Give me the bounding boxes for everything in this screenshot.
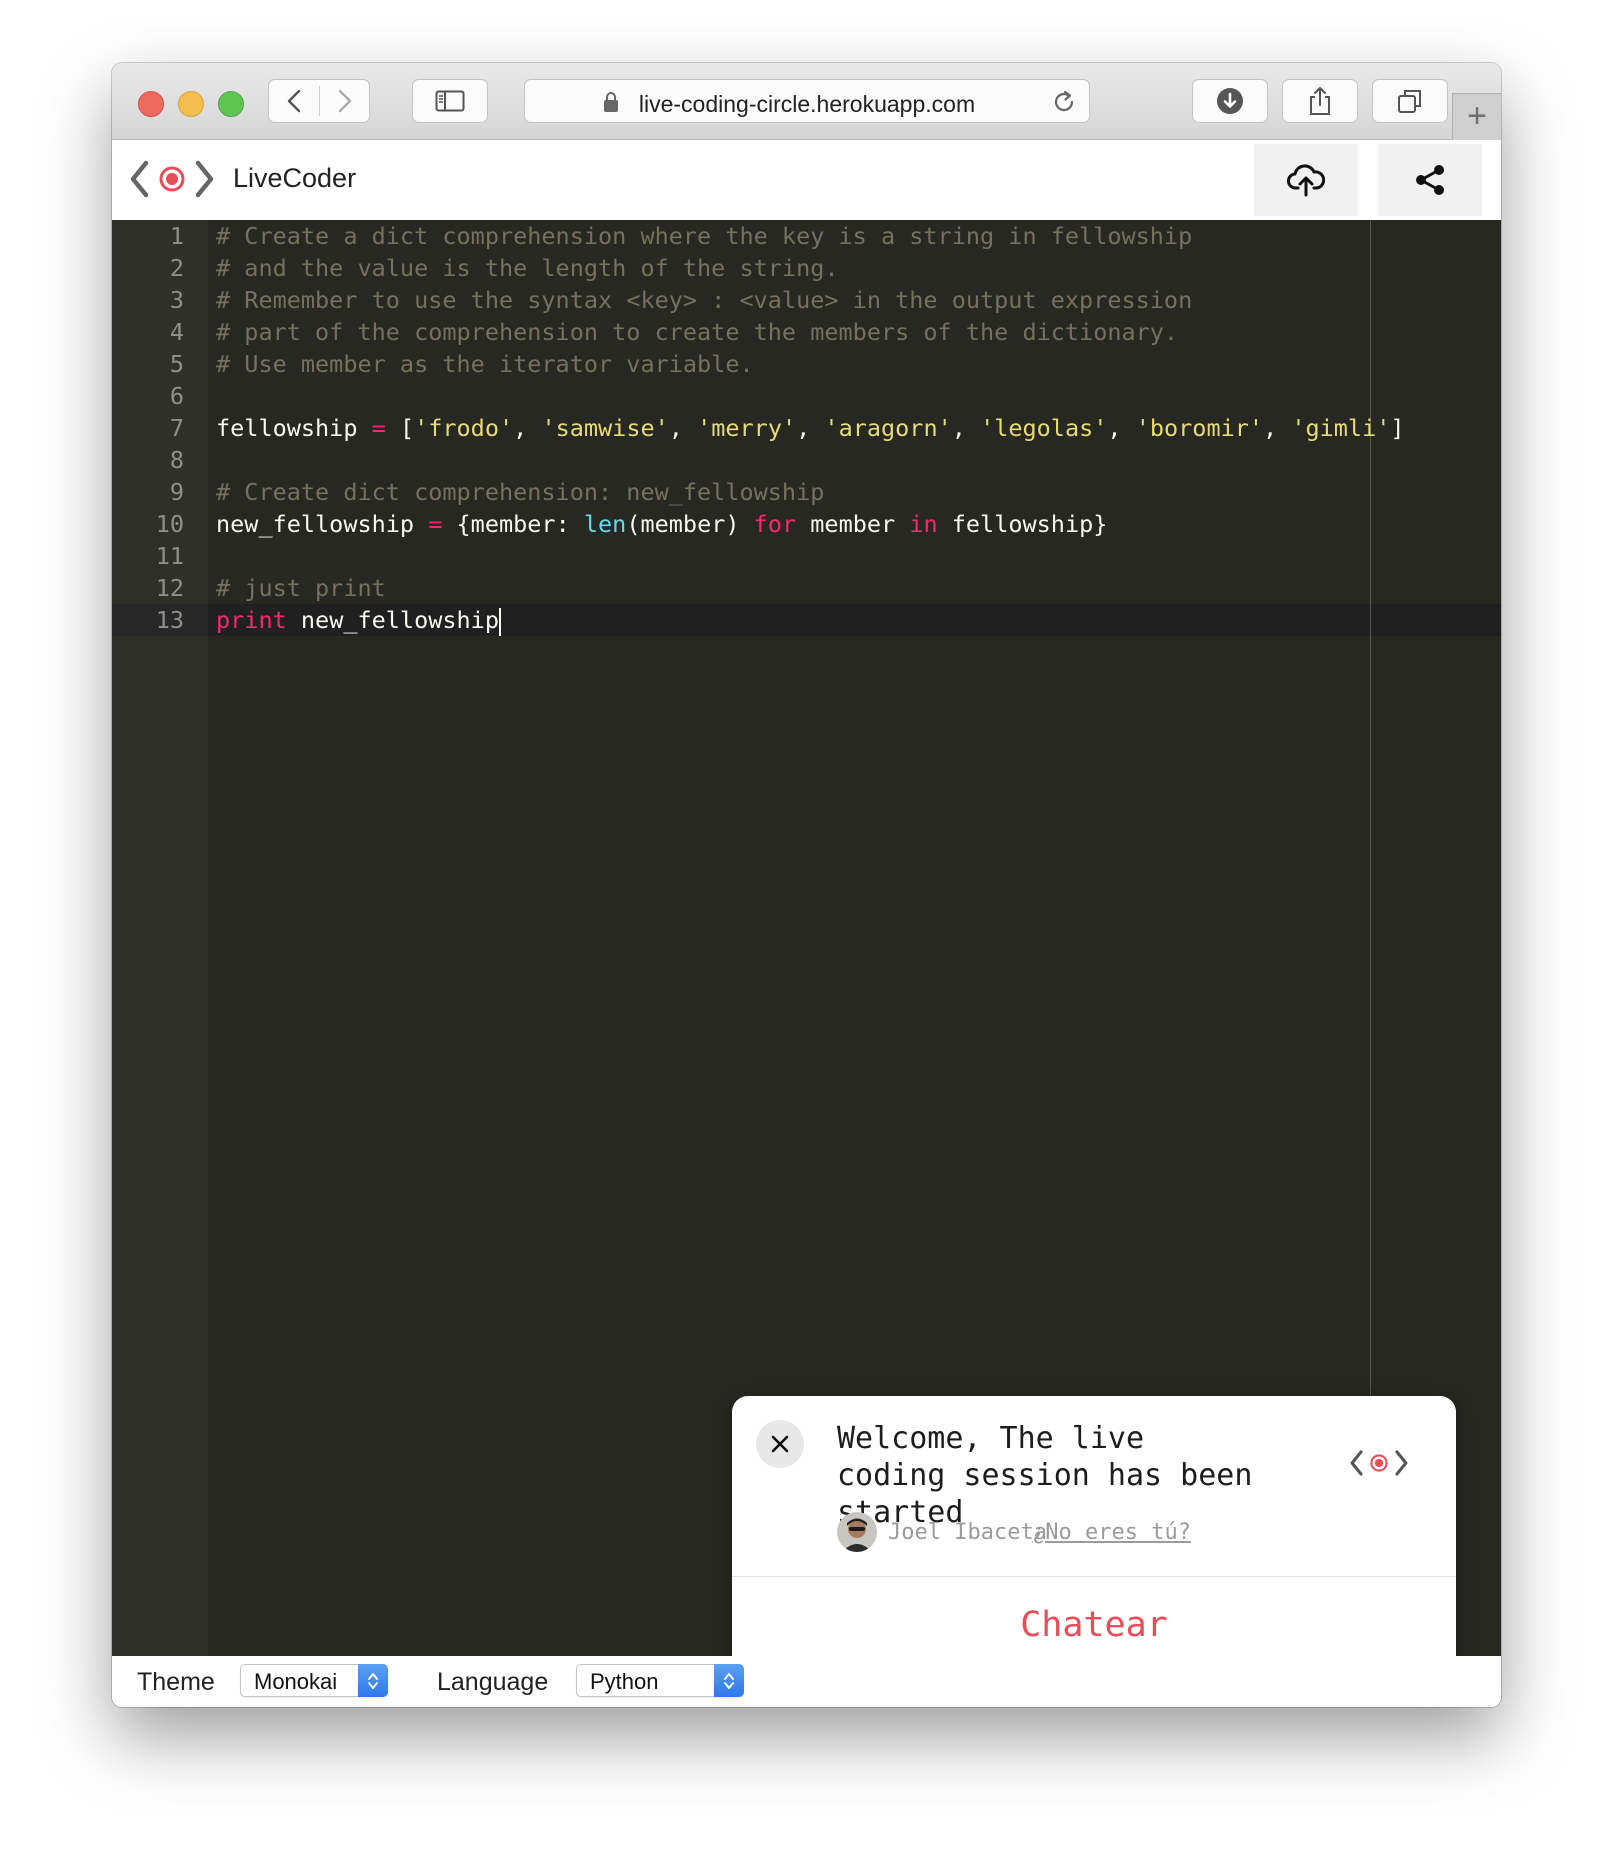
- code-line-text: # part of the comprehension to create th…: [216, 318, 1179, 346]
- line-number: 13: [155, 606, 184, 634]
- code-line-text: # Create dict comprehension: new_fellows…: [216, 478, 825, 506]
- line-number: 10: [155, 510, 184, 538]
- share-upload-icon: [1310, 87, 1330, 115]
- avatar: [837, 1512, 877, 1552]
- share-button[interactable]: [1378, 144, 1482, 216]
- line-number: 3: [169, 286, 184, 314]
- language-label: Language: [437, 1668, 549, 1696]
- line-number: 9: [169, 478, 184, 506]
- line-number: 11: [155, 542, 184, 570]
- navigation-buttons: [268, 79, 370, 123]
- app-header: LiveCoder: [112, 140, 1501, 220]
- close-icon: [771, 1435, 789, 1453]
- app-title: LiveCoder: [233, 163, 357, 193]
- line-number: 2: [169, 254, 184, 282]
- code-line-text: # and the value is the length of the str…: [216, 254, 839, 282]
- theme-label: Theme: [137, 1668, 215, 1696]
- save-to-cloud-button[interactable]: [1254, 144, 1358, 216]
- new-tab-button[interactable]: +: [1452, 93, 1501, 140]
- line-number: 4: [169, 318, 184, 346]
- close-popup-button[interactable]: [756, 1420, 804, 1468]
- language-select-value: Python: [590, 1669, 659, 1694]
- line-number: 7: [169, 414, 184, 442]
- share-icon: [1416, 165, 1444, 195]
- code-line-text: fellowship = ['frodo', 'samwise', 'merry…: [216, 414, 1405, 442]
- chevron-left-icon: [287, 89, 301, 113]
- theme-select[interactable]: Monokai: [240, 1664, 388, 1697]
- code-editor[interactable]: 1 # Create a dict comprehension where the…: [112, 220, 1501, 1707]
- code-line-text: # Remember to use the syntax <key> : <va…: [216, 286, 1193, 314]
- browser-window: live-coding-circle.herokuapp.com + LiveC…: [112, 63, 1501, 1707]
- cloud-upload-icon: [1287, 164, 1325, 197]
- forward-button[interactable]: [320, 80, 370, 122]
- plus-icon: +: [1467, 97, 1487, 135]
- code-line-text: # just print: [216, 574, 386, 602]
- downloads-button[interactable]: [1192, 79, 1268, 123]
- code-line-text: print new_fellowship: [216, 606, 501, 636]
- user-avatar-icon: [837, 1512, 877, 1552]
- select-arrows-icon: [358, 1664, 388, 1697]
- reload-icon[interactable]: [1051, 89, 1077, 115]
- chat-popup: Welcome, The live coding session has bee…: [732, 1396, 1456, 1674]
- minimize-window-button[interactable]: [178, 91, 204, 117]
- download-icon: [1217, 88, 1243, 114]
- tabs-overview-button[interactable]: [1372, 79, 1448, 123]
- live-coder-logo-icon: [1350, 1450, 1408, 1476]
- line-number: 6: [169, 382, 184, 410]
- address-bar[interactable]: live-coding-circle.herokuapp.com: [524, 79, 1090, 123]
- code-line-text: # Use member as the iterator variable.: [216, 350, 754, 378]
- welcome-message: Welcome, The live coding session has bee…: [837, 1421, 1253, 1530]
- chevron-right-icon: [338, 89, 352, 113]
- code-line-text: # Create a dict comprehension where the …: [216, 222, 1193, 250]
- theme-select-value: Monokai: [254, 1669, 338, 1694]
- line-number: 5: [169, 350, 184, 378]
- line-number: 8: [169, 446, 184, 474]
- sidebar-toggle-button[interactable]: [412, 79, 488, 123]
- language-select[interactable]: Python: [576, 1664, 744, 1697]
- text-cursor: [498, 607, 501, 636]
- not-you-link[interactable]: ¿No eres tú?: [1032, 1520, 1191, 1545]
- live-coder-logo-icon: [130, 160, 214, 198]
- close-window-button[interactable]: [138, 91, 164, 117]
- tabs-icon: [1398, 90, 1421, 113]
- share-page-button[interactable]: [1282, 79, 1358, 123]
- code-line-text: new_fellowship = {member: len(member) fo…: [216, 510, 1108, 538]
- status-bar: Theme Monokai Language Python: [112, 1656, 1501, 1707]
- back-button[interactable]: [269, 80, 319, 122]
- line-number: 1: [169, 222, 184, 250]
- select-arrows-icon: [714, 1664, 744, 1697]
- address-url: live-coding-circle.herokuapp.com: [638, 91, 976, 117]
- zoom-window-button[interactable]: [218, 91, 244, 117]
- line-number: 12: [155, 574, 184, 602]
- browser-toolbar: live-coding-circle.herokuapp.com +: [112, 63, 1501, 140]
- sidebar-icon: [435, 90, 465, 112]
- user-name: Joel Ibaceta: [888, 1520, 1047, 1545]
